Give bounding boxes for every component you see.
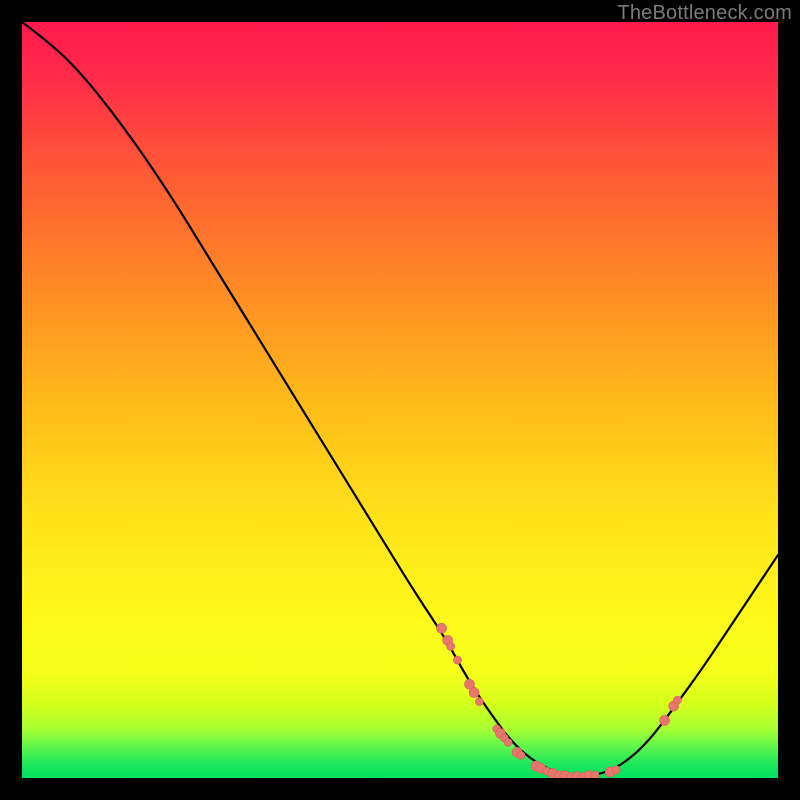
data-marker (517, 751, 525, 759)
gradient-background (22, 22, 778, 778)
data-marker (612, 766, 620, 774)
data-marker (504, 738, 512, 746)
data-marker (453, 656, 461, 664)
chart-frame: TheBottleneck.com (0, 0, 800, 800)
data-marker (591, 771, 599, 778)
data-marker (469, 688, 479, 698)
data-marker (660, 716, 670, 726)
data-marker (437, 623, 447, 633)
data-marker (673, 696, 681, 704)
data-marker (475, 698, 483, 706)
plot-area (22, 22, 778, 778)
data-marker (447, 642, 455, 650)
chart-svg (22, 22, 778, 778)
